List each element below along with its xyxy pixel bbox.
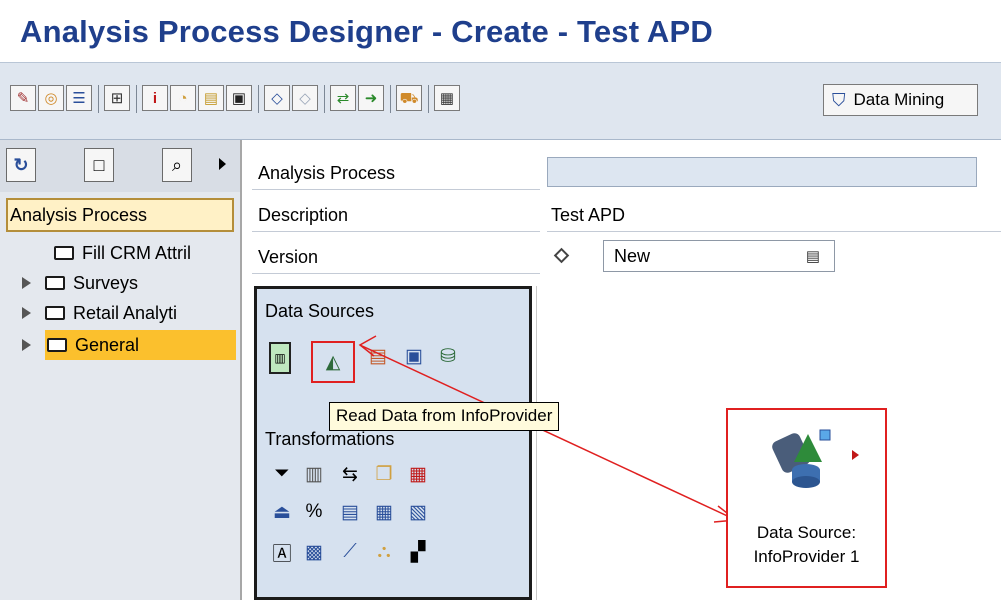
data-source-node[interactable]: Data Source: InfoProvider 1 (726, 408, 887, 588)
node-label-line1: Data Source: (756, 523, 857, 542)
tooltip: Read Data from InfoProvider (329, 402, 560, 431)
node-expand-icon[interactable] (852, 450, 859, 460)
infoprovider-node-icon (772, 429, 831, 488)
node-label-line2: InfoProvider 1 (753, 547, 860, 566)
